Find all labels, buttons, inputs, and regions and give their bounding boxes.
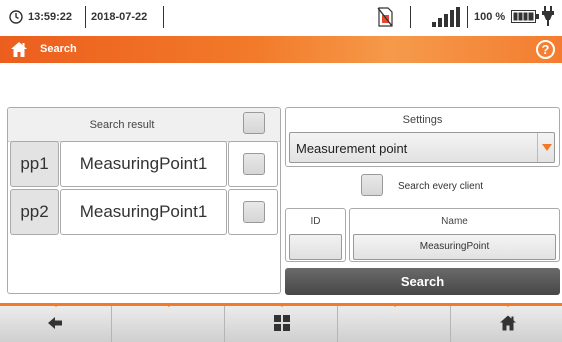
power-plug-icon — [542, 6, 554, 26]
bottom-toolbar — [0, 303, 562, 342]
result-name-cell[interactable]: MeasuringPoint1 — [60, 141, 227, 187]
back-button[interactable] — [0, 303, 112, 342]
status-date: 2018-07-22 — [91, 11, 148, 23]
tab-notch — [504, 303, 512, 307]
search-result-header: Search result — [8, 108, 280, 142]
search-result-panel: Search result pp1 MeasuringPoint1 pp2 Me… — [7, 107, 281, 294]
empty-toolbar-button[interactable] — [339, 303, 451, 342]
search-every-client-checkbox[interactable] — [361, 174, 383, 196]
id-filter: ID — [285, 208, 346, 262]
tab-notch — [278, 303, 286, 307]
name-filter: Name MeasuringPoint — [349, 208, 560, 262]
help-button[interactable]: ? — [536, 40, 555, 59]
battery-percent: 100 % — [474, 11, 506, 23]
home-icon — [500, 315, 516, 331]
tab-notch — [165, 303, 173, 307]
name-label: Name — [441, 216, 468, 227]
search-type-dropdown[interactable]: Measurement point — [289, 132, 555, 163]
search-result-label: Search result — [89, 119, 155, 131]
title-bar: Search ? — [0, 36, 562, 63]
status-divider — [85, 6, 86, 28]
empty-toolbar-button[interactable] — [113, 303, 225, 342]
result-checkbox[interactable] — [243, 153, 265, 175]
clock-icon — [9, 10, 23, 24]
name-input[interactable]: MeasuringPoint — [353, 234, 556, 260]
chevron-down-icon — [542, 144, 552, 151]
result-id-cell[interactable]: pp1 — [10, 141, 59, 187]
tab-notch — [391, 303, 399, 307]
home-button[interactable] — [452, 303, 562, 342]
battery-icon — [511, 10, 539, 23]
result-name-cell[interactable]: MeasuringPoint1 — [60, 189, 227, 235]
settings-label: Settings — [402, 114, 443, 126]
back-arrow-icon — [48, 317, 62, 329]
result-id-cell[interactable]: pp2 — [10, 189, 59, 235]
table-row[interactable]: pp1 MeasuringPoint1 — [10, 141, 278, 187]
status-time: 13:59:22 — [28, 11, 73, 23]
id-label: ID — [310, 216, 321, 227]
grid-icon — [274, 315, 290, 331]
result-checkbox-cell — [228, 141, 278, 187]
dropdown-arrow-box[interactable] — [537, 133, 554, 162]
result-checkbox[interactable] — [243, 201, 265, 223]
signal-strength-icon — [432, 7, 460, 27]
no-sim-icon — [377, 7, 393, 27]
search-button[interactable]: Search — [285, 268, 560, 295]
settings-panel: Settings Measurement point — [285, 107, 560, 167]
home-icon[interactable] — [10, 41, 28, 58]
status-bar: 13:59:22 2018-07-22 100 % — [0, 0, 562, 34]
page-title: Search — [40, 43, 77, 55]
status-divider — [410, 6, 411, 28]
table-row[interactable]: pp2 MeasuringPoint1 — [10, 189, 278, 235]
status-divider — [163, 6, 164, 28]
dropdown-value: Measurement point — [296, 141, 408, 156]
result-checkbox-cell — [228, 189, 278, 235]
search-screen: 13:59:22 2018-07-22 100 % Search ? Searc… — [0, 0, 562, 342]
menu-button[interactable] — [226, 303, 338, 342]
select-all-checkbox[interactable] — [243, 112, 265, 134]
tab-notch — [52, 303, 60, 307]
id-input[interactable] — [289, 234, 342, 260]
status-divider — [467, 6, 468, 28]
search-every-client-label: Search every client — [398, 181, 484, 192]
